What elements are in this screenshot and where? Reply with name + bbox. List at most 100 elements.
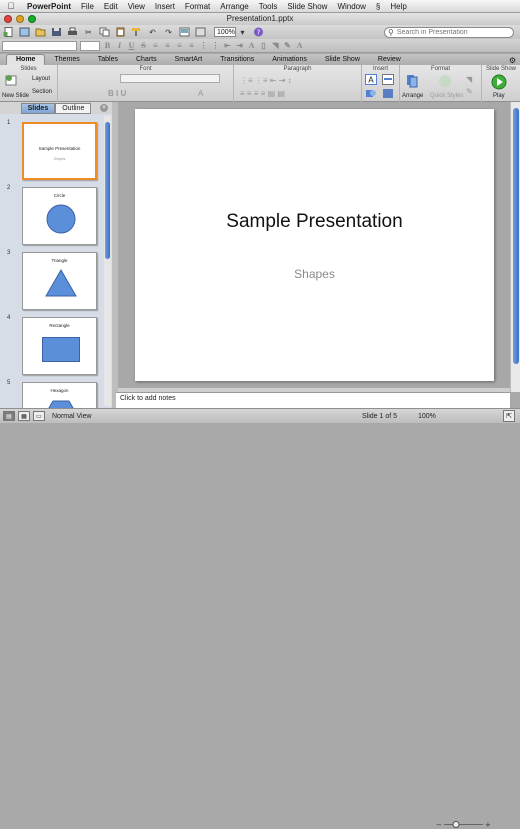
align-left-icon[interactable]: ≡: [151, 41, 160, 51]
tab-charts[interactable]: Charts: [127, 55, 166, 65]
print-icon[interactable]: [66, 27, 79, 38]
media-icon[interactable]: [178, 27, 191, 38]
outline-icon[interactable]: ✎: [466, 87, 473, 96]
help-icon[interactable]: ?: [252, 27, 265, 38]
normal-view-icon[interactable]: ▤: [3, 411, 15, 421]
menu-view[interactable]: View: [123, 0, 150, 13]
font-bold-icon[interactable]: B I U: [108, 89, 126, 98]
paragraph-bullets-icon[interactable]: ⋮≡ ⋮≡ ⇤ ⇥ ↕: [240, 76, 292, 85]
menu-app[interactable]: PowerPoint: [22, 0, 76, 13]
font-family-combo[interactable]: [120, 74, 220, 83]
paste-icon[interactable]: [114, 27, 127, 38]
align-right-icon[interactable]: ≡: [175, 41, 184, 51]
tab-review[interactable]: Review: [369, 55, 410, 65]
zoom-box[interactable]: 100%: [214, 27, 236, 37]
quick-styles-icon[interactable]: [438, 74, 452, 88]
strikethrough-icon[interactable]: S: [139, 41, 148, 51]
slide-title[interactable]: Sample Presentation: [135, 211, 494, 233]
numbering-icon[interactable]: ⋮: [211, 41, 220, 51]
font-size-field[interactable]: [80, 40, 100, 51]
tab-transitions[interactable]: Transitions: [211, 55, 263, 65]
quick-styles-label[interactable]: Quick Styles: [430, 93, 463, 99]
fill-icon[interactable]: ◥: [466, 75, 472, 84]
save-icon[interactable]: [50, 27, 63, 38]
shape-icon[interactable]: [365, 88, 377, 99]
cut-icon[interactable]: ✂: [82, 27, 95, 38]
open-icon[interactable]: [34, 27, 47, 38]
search-input[interactable]: [396, 29, 497, 36]
menu-format[interactable]: Format: [180, 0, 215, 13]
section-button[interactable]: Section: [32, 89, 52, 95]
fit-window-icon[interactable]: ⇱: [503, 410, 515, 422]
apple-icon[interactable]: : [0, 1, 22, 11]
text-box-icon[interactable]: A: [365, 74, 377, 85]
ribbon-options-icon[interactable]: ⚙: [509, 56, 516, 65]
justify-icon[interactable]: ≡: [187, 41, 196, 51]
font-name-field[interactable]: [2, 40, 77, 51]
play-icon[interactable]: [491, 74, 507, 90]
picture-icon[interactable]: [382, 74, 394, 85]
new-slide-label[interactable]: New Slide: [2, 93, 29, 99]
thumbnail-scrollbar[interactable]: [104, 116, 111, 406]
script-icon[interactable]: §: [371, 0, 385, 13]
tab-animations[interactable]: Animations: [263, 55, 316, 65]
tab-smartart[interactable]: SmartArt: [166, 55, 212, 65]
zoom-slider[interactable]: − +: [436, 820, 492, 829]
chevron-down-icon[interactable]: ▾: [236, 27, 249, 38]
thumbnail-scroll-thumb[interactable]: [105, 122, 110, 259]
menu-file[interactable]: File: [76, 0, 99, 13]
shape-fill-icon[interactable]: ◥: [271, 41, 280, 51]
tab-outline[interactable]: Outline: [55, 102, 92, 114]
arrange-icon[interactable]: [406, 74, 418, 88]
italic-icon[interactable]: I: [115, 41, 124, 51]
slide-show-view-icon[interactable]: ▭: [33, 411, 45, 421]
canvas-scroll-thumb[interactable]: [513, 108, 519, 364]
format-painter-icon[interactable]: [130, 27, 143, 38]
slide-subtitle[interactable]: Shapes: [135, 267, 494, 281]
underline-icon[interactable]: U: [127, 41, 136, 51]
menu-slide-show[interactable]: Slide Show: [282, 0, 332, 13]
arrange-label[interactable]: Arrange: [402, 93, 423, 99]
slide-thumbnail-5[interactable]: Hexagon: [22, 382, 97, 408]
bullets-icon[interactable]: ⋮: [199, 41, 208, 51]
highlight-icon[interactable]: ▯: [259, 41, 268, 51]
notes-placeholder[interactable]: Click to add notes: [120, 395, 176, 402]
redo-icon[interactable]: ↷: [162, 27, 175, 38]
menu-edit[interactable]: Edit: [99, 0, 123, 13]
align-center-icon[interactable]: ≡: [163, 41, 172, 51]
tab-themes[interactable]: Themes: [45, 55, 88, 65]
play-label[interactable]: Play: [493, 93, 505, 99]
canvas-scrollbar[interactable]: [510, 102, 520, 392]
notes-pane[interactable]: Click to add notes: [116, 392, 510, 408]
paragraph-align-icon[interactable]: ≡ ≡ ≡ ≡ ▤ ▤: [240, 89, 285, 98]
templates-icon[interactable]: [18, 27, 31, 38]
menu-help[interactable]: Help: [385, 0, 411, 13]
new-icon[interactable]: [2, 27, 15, 38]
slide-thumbnail-1[interactable]: Sample Presentation Shapes: [22, 122, 97, 180]
tab-tables[interactable]: Tables: [89, 55, 127, 65]
media-insert-icon[interactable]: [382, 88, 394, 99]
close-icon[interactable]: ×: [100, 104, 108, 112]
search-box[interactable]: ⚲: [384, 27, 514, 38]
gallery-icon[interactable]: [194, 27, 207, 38]
slide-thumbnail-2[interactable]: Circle: [22, 187, 97, 245]
decrease-indent-icon[interactable]: ⇤: [223, 41, 232, 51]
menu-insert[interactable]: Insert: [150, 0, 180, 13]
main-slide[interactable]: Sample Presentation Shapes: [135, 109, 494, 381]
line-color-icon[interactable]: ✎: [283, 41, 292, 51]
undo-icon[interactable]: ↶: [146, 27, 159, 38]
slide-sorter-icon[interactable]: ▦: [18, 411, 30, 421]
slide-thumbnail-4[interactable]: Rectangle: [22, 317, 97, 375]
font-color-ribbon-icon[interactable]: A: [198, 89, 203, 98]
bold-icon[interactable]: B: [103, 41, 112, 51]
layout-button[interactable]: Layout: [32, 76, 50, 82]
menu-arrange[interactable]: Arrange: [215, 0, 253, 13]
menu-window[interactable]: Window: [332, 0, 370, 13]
text-effects-icon[interactable]: A: [295, 41, 304, 51]
copy-icon[interactable]: [98, 27, 111, 38]
font-color-icon[interactable]: A: [247, 41, 256, 51]
tab-slide-show[interactable]: Slide Show: [316, 55, 369, 65]
tab-slides[interactable]: Slides: [20, 102, 56, 114]
menu-tools[interactable]: Tools: [254, 0, 283, 13]
tab-home[interactable]: Home: [6, 54, 46, 65]
